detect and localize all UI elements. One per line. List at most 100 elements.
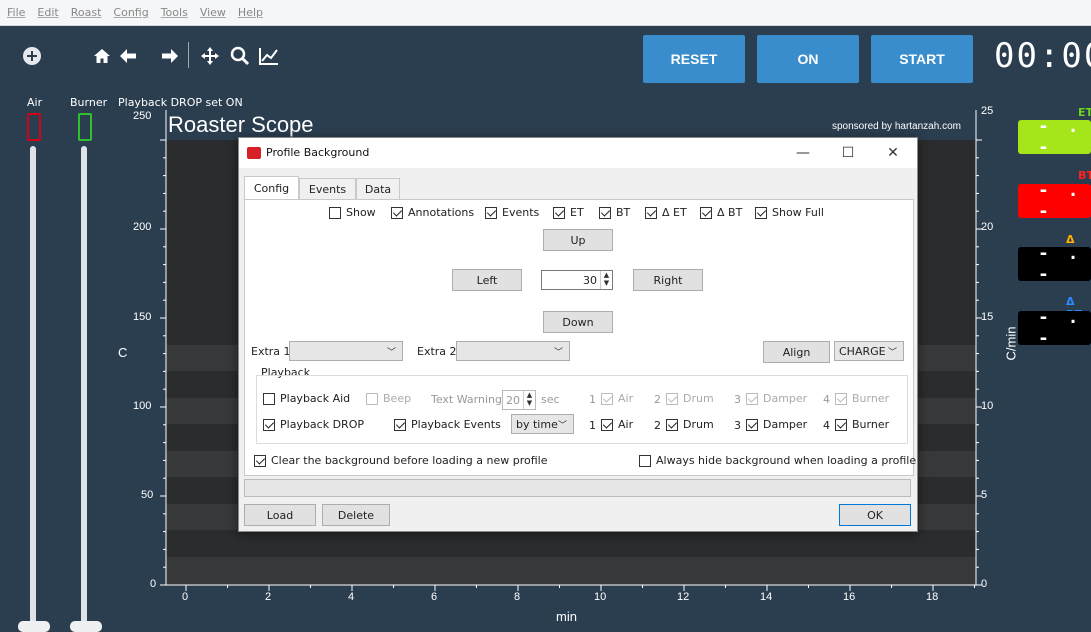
- x-tick: 18: [926, 591, 939, 603]
- playback-damper-checkbox[interactable]: Damper: [746, 418, 807, 431]
- x-tick: 6: [431, 591, 438, 603]
- delta-et-checkbox[interactable]: Δ ET: [645, 206, 687, 219]
- minimize-button[interactable]: —: [789, 143, 817, 163]
- chart-icon[interactable]: [258, 46, 280, 69]
- extra1-combo[interactable]: ﹀: [289, 341, 403, 361]
- air-slider-handle[interactable]: [18, 621, 50, 632]
- et-checkbox[interactable]: ET: [553, 206, 584, 219]
- tab-data[interactable]: Data: [356, 178, 400, 200]
- aid-burner-checkbox[interactable]: Burner: [835, 392, 889, 405]
- x-tick: 16: [843, 591, 856, 603]
- annotations-checkbox[interactable]: Annotations: [391, 206, 474, 219]
- bt-checkbox[interactable]: BT: [599, 206, 630, 219]
- menu-tools[interactable]: Tools: [161, 6, 188, 19]
- spin-arrows-icon[interactable]: ▲ ▼: [523, 391, 535, 409]
- start-button[interactable]: START: [871, 35, 973, 83]
- delta-bt-checkbox[interactable]: Δ BT: [700, 206, 742, 219]
- align-event-combo[interactable]: CHARGE ﹀: [834, 341, 904, 361]
- menu-roast[interactable]: Roast: [71, 6, 102, 19]
- menu-view[interactable]: View: [200, 6, 226, 19]
- spin-arrows-icon[interactable]: ▲ ▼: [600, 271, 612, 289]
- slot-number: 4: [823, 419, 830, 432]
- dialog-title: Profile Background: [266, 146, 370, 159]
- chevron-down-icon: ﹀: [386, 348, 396, 358]
- reset-button[interactable]: RESET: [643, 35, 745, 83]
- playback-events-checkbox[interactable]: Playback Events: [394, 418, 501, 431]
- tab-events[interactable]: Events: [299, 178, 356, 200]
- home-icon[interactable]: [92, 46, 112, 69]
- playback-drum-checkbox[interactable]: Drum: [666, 418, 714, 431]
- roast-timer: 00:00: [994, 36, 1091, 76]
- y-tick-right: 15: [981, 311, 994, 323]
- y-tick-left: 150: [133, 311, 152, 323]
- slot-number: 2: [654, 393, 661, 406]
- maximize-button[interactable]: ☐: [834, 143, 862, 163]
- on-button[interactable]: ON: [757, 35, 859, 83]
- left-button[interactable]: Left: [452, 269, 522, 291]
- playback-group: [256, 375, 908, 444]
- playback-drop-checkbox[interactable]: Playback DROP: [263, 418, 364, 431]
- y-tick-left: 50: [141, 489, 154, 501]
- tab-config[interactable]: Config: [244, 176, 299, 200]
- slot-number: 4: [823, 393, 830, 406]
- playback-mode-combo[interactable]: by time ﹀: [511, 414, 574, 434]
- show-checkbox[interactable]: Show: [329, 206, 376, 219]
- always-hide-checkbox[interactable]: Always hide background when loading a pr…: [639, 454, 916, 467]
- text-warning-label: Text Warning: [431, 393, 502, 406]
- y-axis-label-right: C/min: [1003, 326, 1019, 361]
- y-tick-left: 0: [150, 578, 157, 590]
- burner-slider-track[interactable]: [81, 146, 87, 630]
- beep-checkbox[interactable]: Beep: [366, 392, 411, 405]
- y-tick-left: 100: [133, 400, 152, 412]
- extra2-label: Extra 2: [417, 345, 457, 358]
- align-button[interactable]: Align: [763, 341, 830, 363]
- burner-slider-handle[interactable]: [70, 621, 102, 632]
- close-button[interactable]: ✕: [879, 143, 907, 163]
- slot-number: 3: [734, 419, 741, 432]
- show-full-checkbox[interactable]: Show Full: [755, 206, 824, 219]
- y-tick-right: 5: [981, 489, 988, 501]
- air-slider-track[interactable]: [30, 146, 36, 630]
- menu-config[interactable]: Config: [113, 6, 148, 19]
- events-checkbox[interactable]: Events: [485, 206, 539, 219]
- dialog-titlebar[interactable]: Profile Background — ☐ ✕: [239, 138, 917, 168]
- up-button[interactable]: Up: [543, 229, 613, 251]
- clear-background-checkbox[interactable]: Clear the background before loading a ne…: [254, 454, 548, 467]
- sec-label: sec: [541, 393, 560, 406]
- warning-seconds-spinbox[interactable]: 20 ▲ ▼: [502, 390, 536, 410]
- load-button[interactable]: Load: [244, 504, 316, 526]
- playback-air-checkbox[interactable]: Air: [601, 418, 633, 431]
- playback-aid-checkbox[interactable]: Playback Aid: [263, 392, 350, 405]
- playback-burner-checkbox[interactable]: Burner: [835, 418, 889, 431]
- aid-drum-checkbox[interactable]: Drum: [666, 392, 714, 405]
- y-tick-right: 20: [981, 221, 994, 233]
- right-button[interactable]: Right: [633, 269, 703, 291]
- down-button[interactable]: Down: [543, 311, 613, 333]
- aid-damper-checkbox[interactable]: Damper: [746, 392, 807, 405]
- y-tick-right: 25: [981, 105, 994, 117]
- aid-air-checkbox[interactable]: Air: [601, 392, 633, 405]
- chevron-down-icon: ﹀: [553, 348, 563, 358]
- move-icon[interactable]: [200, 46, 220, 69]
- search-icon[interactable]: [230, 46, 250, 69]
- delete-button[interactable]: Delete: [322, 504, 390, 526]
- move-step-spinbox[interactable]: 30 ▲ ▼: [541, 270, 613, 290]
- y-tick-right: 0: [981, 578, 988, 590]
- x-tick: 0: [182, 591, 189, 603]
- extra2-combo[interactable]: ﹀: [456, 341, 570, 361]
- ok-button[interactable]: OK: [839, 504, 911, 526]
- slot-number: 1: [589, 419, 596, 432]
- y-tick-left: 250: [133, 110, 152, 122]
- arrow-right-icon[interactable]: [160, 46, 180, 69]
- y-tick-right: 10: [981, 400, 994, 412]
- slot-number: 2: [654, 419, 661, 432]
- menu-help[interactable]: Help: [238, 6, 263, 19]
- menu-edit[interactable]: Edit: [37, 6, 58, 19]
- plus-circle-icon[interactable]: [22, 46, 42, 69]
- arrow-left-icon[interactable]: [118, 46, 138, 69]
- x-tick: 14: [760, 591, 773, 603]
- menu-file[interactable]: File: [7, 6, 25, 19]
- chevron-down-icon: ﹀: [887, 348, 897, 358]
- toolbar-separator: [188, 42, 189, 68]
- profile-background-dialog: Profile Background — ☐ ✕ Config Events D…: [238, 137, 918, 532]
